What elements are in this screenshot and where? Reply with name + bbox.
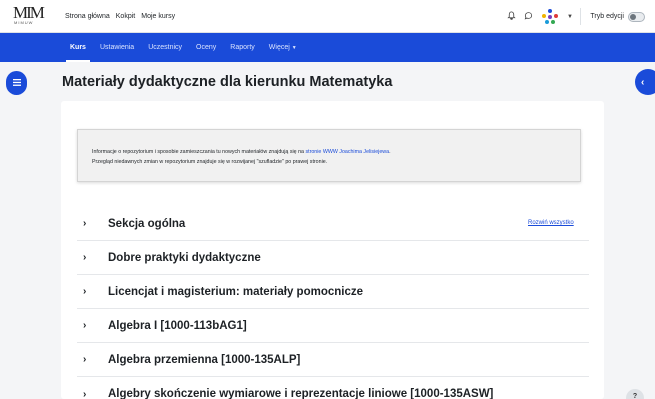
tab-more-label: Więcej [268,44,290,51]
help-button[interactable]: ? [626,389,644,399]
user-avatar[interactable] [541,8,559,25]
section-title[interactable]: Sekcja ogólna [108,218,185,230]
chevron-right-icon[interactable]: › [77,218,108,229]
tab-grades[interactable]: Oceny [189,33,223,62]
chevron-down-icon: ▼ [291,45,297,51]
repository-info-box: Informacje o repozytorium i sposobie zam… [77,129,581,182]
chat-icon[interactable] [524,11,533,22]
chevron-down-icon[interactable]: ▼ [567,14,573,20]
tab-settings[interactable]: Ustawienia [93,33,141,62]
section-title[interactable]: Algebry skończenie wymiarowe i reprezent… [108,388,493,399]
chevron-right-icon[interactable]: › [77,354,108,365]
primary-navigation: Strona główna Kokpit Moje kursy [65,0,175,33]
logo-subtitle: MIMUW [14,20,34,25]
nav-home-link[interactable]: Strona główna [65,13,110,20]
chevron-left-icon: ‹ [641,76,645,88]
site-logo[interactable]: MIM MIMUW [13,3,49,29]
bell-icon[interactable] [507,11,516,22]
list-icon [12,78,21,88]
block-drawer-button[interactable]: ‹ [635,69,655,95]
jelisiejew-website-link[interactable]: stronie WWW Joachima Jelisiejewa [305,149,389,155]
section-general[interactable]: › Sekcja ogólna [77,207,589,241]
chevron-right-icon[interactable]: › [77,286,108,297]
section-title[interactable]: Dobre praktyki dydaktyczne [108,252,261,264]
info-line-2: Przegląd niedawnych zmian w repozytorium… [92,159,328,165]
edit-mode-control: Tryb edycji [590,0,645,33]
section-title[interactable]: Licencjat i magisterium: materiały pomoc… [108,286,363,298]
user-navigation: ▼ [507,0,573,33]
section-finite-dim-algebras[interactable]: › Algebry skończenie wymiarowe i repreze… [77,377,589,399]
section-title[interactable]: Algebra I [1000-113bAG1] [108,320,247,332]
info-line-1: Informacje o repozytorium i sposobie zam… [92,147,566,157]
info-line-1-suffix: . [389,149,391,155]
chevron-right-icon[interactable]: › [77,252,108,263]
tab-more[interactable]: Więcej ▼ [262,33,304,62]
tab-course[interactable]: Kurs [63,33,93,62]
page-title: Materiały dydaktyczne dla kierunku Matem… [62,74,393,90]
section-title[interactable]: Algebra przemienna [1000-135ALP] [108,354,300,366]
section-commutative-algebra[interactable]: › Algebra przemienna [1000-135ALP] [77,343,589,377]
navbar-divider [580,8,581,25]
section-algebra-1[interactable]: › Algebra I [1000-113bAG1] [77,309,589,343]
chevron-right-icon[interactable]: › [77,389,108,399]
info-line-1-text: Informacje o repozytorium i sposobie zam… [92,149,306,155]
course-index-drawer-button[interactable] [6,71,27,95]
top-navbar: MIM MIMUW Strona główna Kokpit Moje kurs… [0,0,655,33]
nav-my-courses-link[interactable]: Moje kursy [141,13,175,20]
chevron-right-icon[interactable]: › [77,320,108,331]
tab-participants[interactable]: Uczestnicy [141,33,189,62]
section-good-practices[interactable]: › Dobre praktyki dydaktyczne [77,241,589,275]
nav-dashboard-link[interactable]: Kokpit [116,13,135,20]
edit-mode-toggle[interactable] [628,11,645,22]
help-icon: ? [632,393,638,399]
section-thesis-materials[interactable]: › Licencjat i magisterium: materiały pom… [77,275,589,309]
tab-reports[interactable]: Raporty [223,33,262,62]
logo-mark: MIM [13,3,45,22]
course-secondary-navigation: Kurs Ustawienia Uczestnicy Oceny Raporty… [0,33,655,62]
edit-mode-label: Tryb edycji [590,13,624,20]
